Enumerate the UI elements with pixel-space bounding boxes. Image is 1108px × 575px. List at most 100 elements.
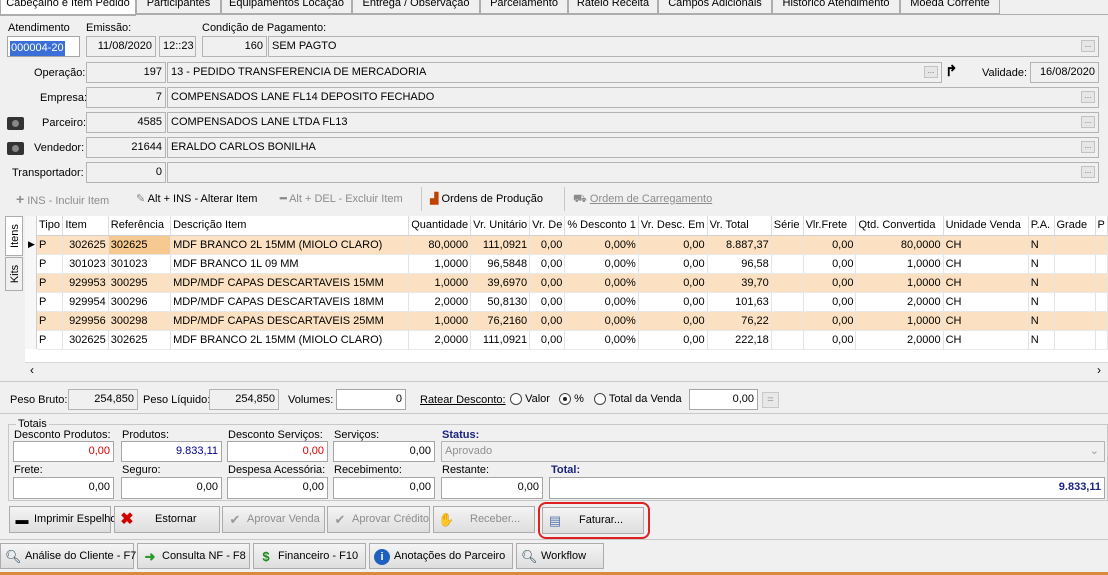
grid-column-header[interactable]: Vr. De <box>529 216 566 236</box>
tab-participantes[interactable]: Participantes <box>136 0 221 14</box>
table-cell[interactable]: N <box>1028 311 1055 331</box>
table-cell[interactable]: 76,2160 <box>470 311 531 331</box>
table-cell[interactable]: 0,00% <box>564 273 639 293</box>
tab-rateio[interactable]: Rateio Receita <box>568 0 658 14</box>
table-cell[interactable]: 300295 <box>108 273 172 293</box>
table-cell[interactable]: 0,00 <box>803 235 857 255</box>
grid-column-header[interactable]: Tipo <box>37 216 64 236</box>
financeiro-button[interactable]: $ Financeiro - F10 <box>253 543 366 569</box>
table-cell[interactable]: CH <box>943 311 1029 331</box>
table-cell[interactable] <box>771 254 804 274</box>
table-cell[interactable]: MDP/MDF CAPAS DESCARTAVEIS 18MM <box>170 292 410 312</box>
desc-servicos-field[interactable]: 0,00 <box>227 441 328 462</box>
empresa-code-field[interactable]: 7 <box>86 87 166 108</box>
grid-column-header[interactable]: Vlr.Frete <box>803 216 857 236</box>
table-cell[interactable] <box>1054 311 1096 331</box>
table-cell[interactable]: 302625 <box>108 235 172 255</box>
table-cell[interactable]: 8.887,37 <box>707 235 772 255</box>
table-cell[interactable]: 0,00 <box>638 235 708 255</box>
grid-column-header[interactable]: P.A. <box>1028 216 1055 236</box>
grid-column-header[interactable]: Item <box>62 216 109 236</box>
table-cell[interactable]: 1,0000 <box>408 311 472 331</box>
table-cell[interactable]: N <box>1028 254 1055 274</box>
table-cell[interactable]: 76,22 <box>707 311 772 331</box>
frete-field[interactable]: 0,00 <box>13 477 114 499</box>
table-cell[interactable]: 111,0921 <box>470 330 531 350</box>
table-cell[interactable]: 0,00 <box>638 254 708 274</box>
tab-parcelamento[interactable]: Parcelamento <box>480 0 568 14</box>
table-cell[interactable]: CH <box>943 330 1029 350</box>
emissao-date-field[interactable]: 11/08/2020 <box>86 36 156 57</box>
vendedor-lookup-button[interactable]: ... <box>1081 141 1095 153</box>
desc-produtos-field[interactable]: 0,00 <box>13 441 114 462</box>
table-row[interactable]: P 929954 300296 MDP/MDF CAPAS DESCARTAVEIS … <box>37 292 1108 312</box>
table-cell[interactable]: 39,6970 <box>470 273 531 293</box>
table-cell[interactable] <box>1054 254 1096 274</box>
status-select[interactable]: Aprovado ⌄ <box>441 441 1105 462</box>
table-cell[interactable]: 39,70 <box>707 273 772 293</box>
workflow-button[interactable]: 🔍︎ Workflow <box>516 543 604 569</box>
ordem-carregamento-button[interactable]: ⛟ Ordem de Carregamento <box>573 189 712 209</box>
table-cell[interactable]: 1,0000 <box>855 254 944 274</box>
table-cell[interactable]: 96,5848 <box>470 254 531 274</box>
table-cell[interactable]: 0,00 <box>638 330 708 350</box>
table-cell[interactable]: 2,0000 <box>408 292 472 312</box>
radio-valor[interactable]: Valor <box>510 393 550 406</box>
table-cell[interactable]: 101,63 <box>707 292 772 312</box>
table-cell[interactable] <box>1095 235 1108 255</box>
tab-campos-adicionais[interactable]: Campos Adicionais <box>658 0 772 14</box>
grid-column-header[interactable]: Grade <box>1054 216 1096 236</box>
table-cell[interactable]: P <box>37 330 64 350</box>
table-cell[interactable] <box>1054 235 1096 255</box>
table-cell[interactable] <box>1095 311 1108 331</box>
condicao-code-field[interactable]: 160 <box>202 36 267 57</box>
table-cell[interactable]: 300298 <box>108 311 172 331</box>
table-cell[interactable]: 929954 <box>62 292 109 312</box>
table-cell[interactable] <box>1095 273 1108 293</box>
table-cell[interactable]: 80,0000 <box>408 235 472 255</box>
table-cell[interactable]: P <box>37 254 64 274</box>
chevron-down-icon[interactable]: ⌄ <box>1090 442 1099 461</box>
peso-liquido-field[interactable]: 254,850 <box>209 389 279 410</box>
table-cell[interactable]: 0,00 <box>529 254 566 274</box>
table-cell[interactable]: 50,8130 <box>470 292 531 312</box>
table-cell[interactable]: N <box>1028 273 1055 293</box>
tab-historico[interactable]: Histórico Atendimento <box>772 0 900 14</box>
table-cell[interactable] <box>1054 330 1096 350</box>
empresa-desc-field[interactable]: COMPENSADOS LANE FL14 DEPOSITO FECHADO <box>167 87 1099 108</box>
table-cell[interactable]: 1,0000 <box>855 273 944 293</box>
seguro-field[interactable]: 0,00 <box>121 477 222 499</box>
ratear-apply-button[interactable]: = <box>762 392 779 408</box>
grid-column-header[interactable]: Qtd. Convertida <box>855 216 944 236</box>
parceiro-code-field[interactable]: 4585 <box>86 112 166 133</box>
grid-column-header[interactable]: Vr. Unitário <box>470 216 531 236</box>
grid-column-header[interactable]: % Desconto 1 <box>564 216 639 236</box>
table-row[interactable]: P 929956 300298 MDP/MDF CAPAS DESCARTAVEIS … <box>37 311 1108 331</box>
table-cell[interactable]: 0,00 <box>803 254 857 274</box>
radio-percent[interactable]: % <box>559 393 584 406</box>
table-row[interactable]: P 301023 301023 MDF BRANCO 1L 09 MM 1,0000 96… <box>37 254 1108 274</box>
side-tab-kits[interactable]: Kits <box>5 257 23 291</box>
table-cell[interactable]: 302625 <box>62 330 109 350</box>
grid-column-header[interactable]: Referência <box>108 216 172 236</box>
table-cell[interactable]: 111,0921 <box>470 235 531 255</box>
radio-total-venda[interactable]: Total da Venda <box>594 393 682 406</box>
table-cell[interactable] <box>1095 292 1108 312</box>
alterar-item-button[interactable]: ✎ Alt + INS - Alterar Item <box>136 189 257 209</box>
table-cell[interactable]: N <box>1028 235 1055 255</box>
table-cell[interactable] <box>771 292 804 312</box>
table-cell[interactable]: MDP/MDF CAPAS DESCARTAVEIS 15MM <box>170 273 410 293</box>
items-grid[interactable]: Tipo Item Referência Descrição Item Quantida… <box>37 216 1108 350</box>
table-cell[interactable]: 301023 <box>108 254 172 274</box>
despesa-field[interactable]: 0,00 <box>227 477 328 499</box>
produtos-field[interactable]: 9.833,11 <box>121 441 222 462</box>
side-tab-itens[interactable]: Itens <box>5 216 23 256</box>
table-cell[interactable]: CH <box>943 235 1029 255</box>
table-cell[interactable]: 2,0000 <box>855 330 944 350</box>
operacao-desc-field[interactable]: 13 - PEDIDO TRANSFERENCIA DE MERCADORIA <box>167 62 942 83</box>
parceiro-desc-field[interactable]: COMPENSADOS LANE LTDA FL13 <box>167 112 1099 133</box>
table-row[interactable]: P 302625 302625 MDF BRANCO 2L 15MM (MIOLO C… <box>37 330 1108 350</box>
table-cell[interactable]: MDF BRANCO 2L 15MM (MIOLO CLARO) <box>170 330 410 350</box>
table-cell[interactable] <box>1095 254 1108 274</box>
table-cell[interactable]: 80,0000 <box>855 235 944 255</box>
